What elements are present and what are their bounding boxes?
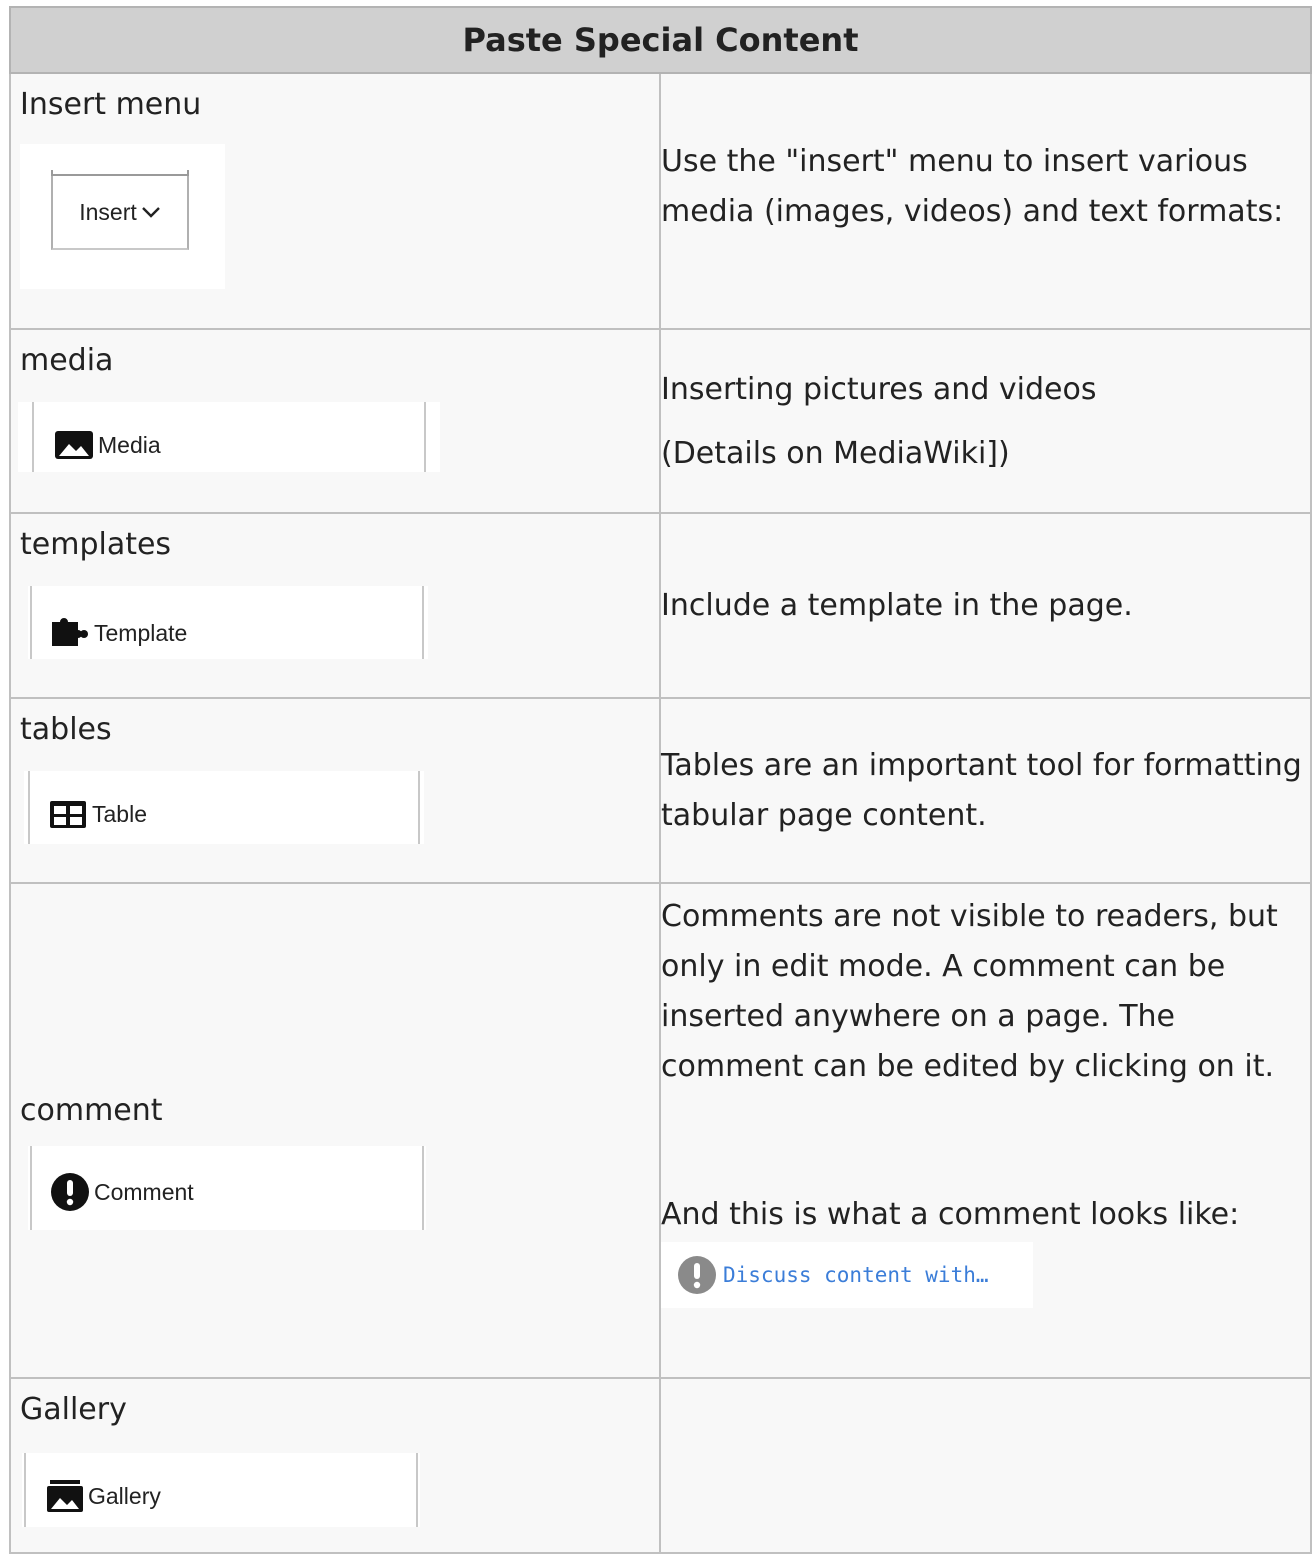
table-icon: [50, 801, 86, 828]
table-row: media Media Inserting pictures and video…: [9, 328, 1312, 514]
table-row: templates Template Include a template in…: [9, 512, 1312, 699]
row-label: templates: [20, 527, 172, 562]
media-button-label: Media: [98, 432, 161, 458]
table-button-label: Table: [92, 801, 147, 827]
row-description: Use the "insert" menu to insert various …: [661, 144, 1284, 229]
row-label: media: [20, 343, 114, 378]
template-button[interactable]: Template: [28, 586, 428, 659]
row-description: Inserting pictures and videos: [661, 372, 1097, 407]
table-row: Gallery Gallery: [9, 1377, 1312, 1554]
paste-special-table: Paste Special Content Insert menu Insert…: [9, 6, 1312, 1554]
comment-button-label: Comment: [94, 1178, 194, 1205]
table-row: Insert menu Insert Use the "insert" menu…: [9, 72, 1312, 330]
exclamation-icon: [51, 1172, 89, 1211]
insert-menu-screenshot: Insert: [20, 144, 225, 289]
row-description: Comments are not visible to readers, but…: [661, 899, 1278, 1084]
template-button-label: Template: [94, 620, 188, 646]
row-label: Insert menu: [20, 87, 202, 122]
row-label: comment: [20, 1092, 163, 1128]
table-button[interactable]: Table: [24, 771, 424, 844]
row-description: Tables are an important tool for formatt…: [661, 747, 1302, 833]
gallery-button-label: Gallery: [88, 1483, 161, 1509]
insert-button[interactable]: Insert: [51, 170, 189, 250]
row-description-details: (Details on MediaWiki]): [661, 436, 1010, 471]
media-button[interactable]: Media: [18, 402, 440, 472]
comment-sample-text: Discuss content with…: [723, 1263, 989, 1287]
gallery-icon: [47, 1480, 83, 1512]
gallery-button[interactable]: Gallery: [22, 1453, 420, 1527]
image-icon: [55, 431, 93, 459]
chevron-down-icon: [141, 207, 160, 218]
comment-sample-intro: And this is what a comment looks like:: [661, 1197, 1240, 1232]
puzzle-icon: [52, 618, 88, 646]
table-row: tables Table Tables are an important too…: [9, 697, 1312, 884]
row-label: Gallery: [20, 1392, 127, 1427]
comment-sample[interactable]: Discuss content with…: [661, 1242, 1033, 1308]
insert-button-label: Insert: [79, 198, 137, 225]
row-description: Include a template in the page.: [661, 587, 1133, 623]
exclamation-icon: [678, 1256, 716, 1294]
row-label: tables: [20, 712, 112, 747]
table-row: comment Comment Comments are not visible…: [9, 882, 1312, 1379]
comment-button[interactable]: Comment: [28, 1145, 426, 1230]
table-title: Paste Special Content: [9, 6, 1312, 74]
